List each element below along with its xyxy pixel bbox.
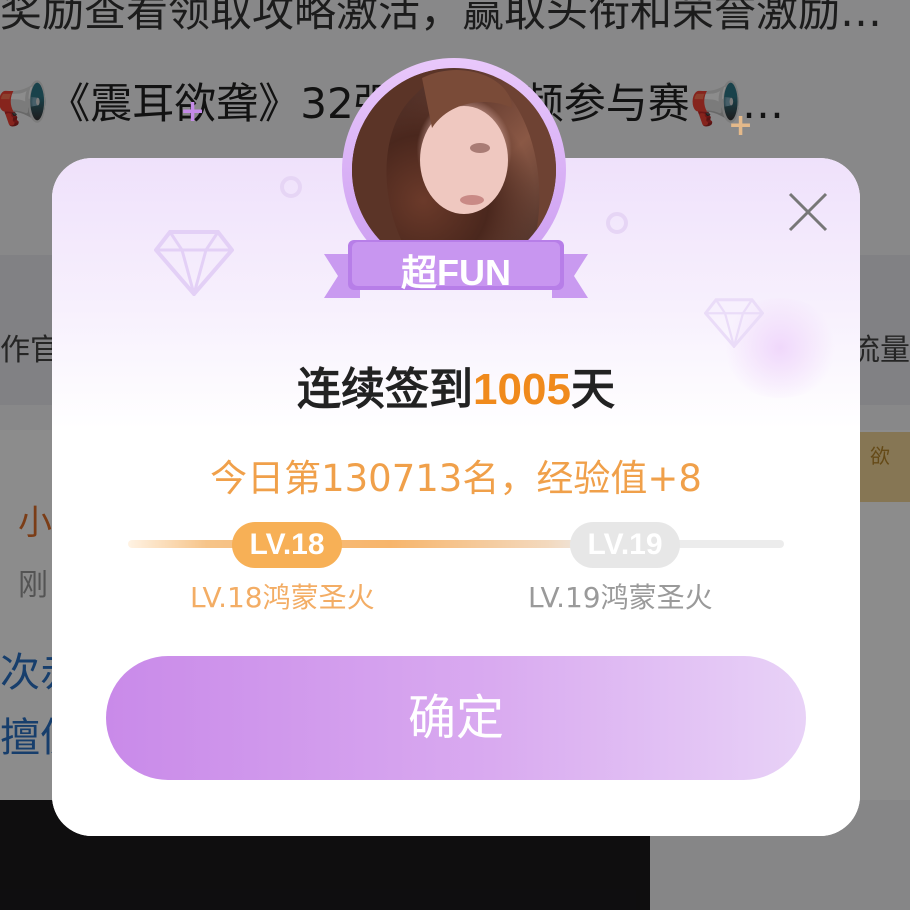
ribbon-label: 超FUN — [401, 252, 511, 293]
checkin-modal: + + 超FUN 连续签到1005天 今日第130713名，经验值+8 LV.1… — [52, 58, 860, 836]
decorative-ring — [280, 176, 302, 198]
daily-rank-text: 今日第130713名，经验值+8 — [210, 457, 702, 500]
decorative-ring — [606, 212, 628, 234]
current-level-name: LV.18鸿蒙圣火 — [190, 581, 375, 614]
decorative-plus: + — [728, 108, 754, 143]
decorative-plus: + — [180, 94, 206, 129]
next-level-name: LV.19鸿蒙圣火 — [528, 581, 713, 614]
checkin-streak: 连续签到1005天 — [52, 353, 860, 417]
streak-prefix: 连续签到 — [297, 364, 474, 415]
confirm-button[interactable]: 确定 — [106, 656, 806, 780]
current-level-pill: LV.18 — [232, 522, 342, 568]
level-progress-track — [128, 540, 784, 548]
next-level-pill: LV.19 — [570, 522, 680, 568]
diamond-icon — [154, 230, 234, 296]
streak-suffix: 天 — [570, 364, 615, 415]
diamond-icon — [704, 298, 764, 348]
level-ribbon-badge: 超FUN — [324, 236, 588, 298]
streak-days: 1005 — [473, 365, 571, 414]
close-icon[interactable] — [784, 188, 832, 236]
